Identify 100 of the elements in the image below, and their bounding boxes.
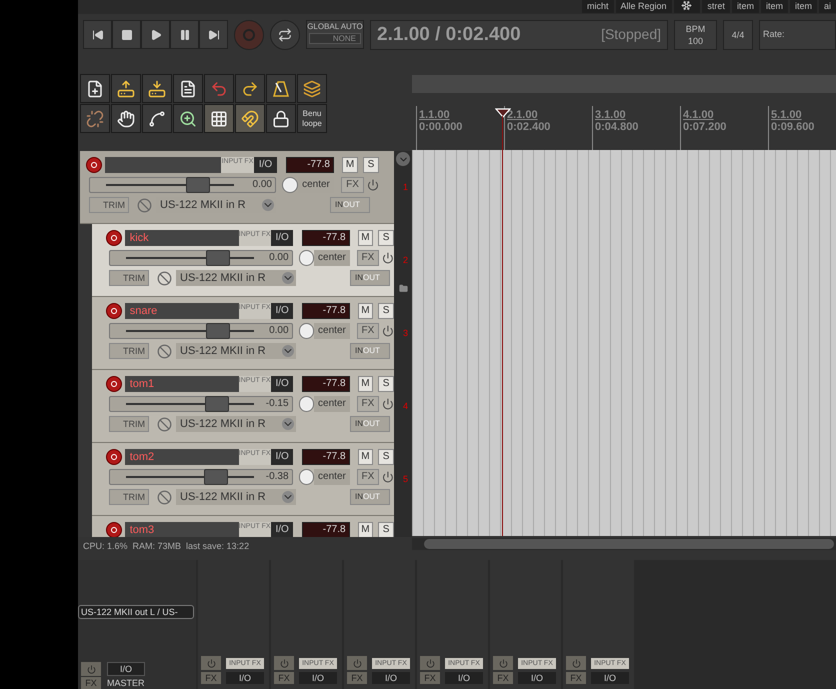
toolbar-tab[interactable]: item bbox=[760, 0, 788, 13]
monitor-button[interactable]: INOUT bbox=[350, 489, 390, 506]
volume-slider[interactable]: 0.00 bbox=[89, 177, 276, 194]
track-name-field[interactable]: tom3 bbox=[124, 522, 239, 538]
transport-button[interactable] bbox=[170, 20, 199, 50]
power-button[interactable] bbox=[81, 662, 101, 676]
input-dropdown[interactable]: US-122 MKII in R bbox=[176, 270, 296, 286]
track-name-field[interactable]: snare bbox=[124, 303, 239, 320]
monitor-button[interactable]: INOUT bbox=[350, 416, 390, 432]
toolbar-button[interactable] bbox=[235, 104, 265, 134]
power-icon[interactable] bbox=[382, 325, 394, 338]
mute-button[interactable]: M bbox=[342, 157, 358, 174]
toolbar-button[interactable] bbox=[235, 74, 265, 104]
track-name-field[interactable]: kick bbox=[124, 230, 239, 246]
toolbar-button[interactable] bbox=[297, 74, 327, 104]
pan-knob[interactable] bbox=[298, 323, 314, 340]
power-button[interactable] bbox=[493, 656, 513, 670]
toolbar-button[interactable] bbox=[111, 104, 141, 134]
io-button[interactable]: I/O bbox=[107, 662, 145, 676]
mute-button[interactable]: M bbox=[358, 449, 374, 466]
record-arm-button[interactable] bbox=[106, 376, 122, 392]
fx-button[interactable]: FX bbox=[274, 672, 294, 684]
phase-invert-icon[interactable] bbox=[157, 490, 172, 505]
slider-thumb[interactable] bbox=[205, 396, 230, 412]
power-icon[interactable] bbox=[382, 471, 394, 484]
io-button[interactable]: I/O bbox=[270, 230, 294, 246]
transport-button[interactable] bbox=[199, 20, 228, 50]
solo-button[interactable]: S bbox=[378, 522, 394, 538]
toolbar-button[interactable] bbox=[80, 74, 110, 104]
slider-thumb[interactable] bbox=[186, 177, 210, 194]
power-icon[interactable] bbox=[382, 252, 394, 264]
io-button[interactable]: I/O bbox=[226, 672, 264, 684]
collapse-button[interactable] bbox=[396, 152, 410, 166]
fx-button[interactable]: FX bbox=[566, 672, 586, 684]
power-button[interactable] bbox=[347, 656, 367, 670]
io-button[interactable]: I/O bbox=[270, 522, 294, 538]
pan-knob[interactable] bbox=[298, 396, 314, 412]
fx-button[interactable]: FX bbox=[341, 177, 364, 194]
fx-button[interactable]: FX bbox=[356, 396, 380, 412]
input-dropdown[interactable]: US-122 MKII in R bbox=[176, 489, 296, 506]
toolbar-tab[interactable]: Alle Region bbox=[616, 0, 672, 13]
fx-button[interactable]: FX bbox=[356, 469, 380, 486]
io-button[interactable]: I/O bbox=[518, 672, 556, 684]
trim-button[interactable]: TRIM bbox=[109, 416, 149, 432]
slider-thumb[interactable] bbox=[204, 469, 228, 486]
trim-button[interactable]: TRIM bbox=[109, 270, 149, 286]
power-icon[interactable] bbox=[367, 179, 379, 192]
io-button[interactable]: I/O bbox=[299, 672, 337, 684]
snowflake-tab[interactable] bbox=[674, 0, 700, 13]
pan-knob[interactable] bbox=[298, 250, 314, 266]
toolbar-button[interactable] bbox=[266, 104, 296, 134]
record-arm-button[interactable] bbox=[106, 449, 122, 466]
trim-button[interactable]: TRIM bbox=[109, 343, 149, 360]
input-dropdown[interactable]: US-122 MKII in R bbox=[176, 416, 296, 432]
power-icon[interactable] bbox=[382, 398, 394, 410]
repeat-button[interactable] bbox=[270, 20, 300, 50]
io-button[interactable]: I/O bbox=[270, 449, 294, 466]
transport-button[interactable] bbox=[141, 20, 170, 50]
monitor-button[interactable]: INOUT bbox=[350, 270, 390, 286]
fx-button[interactable]: FX bbox=[347, 672, 367, 684]
io-button[interactable]: I/O bbox=[372, 672, 410, 684]
toolbar-tab[interactable]: ai bbox=[818, 0, 836, 13]
record-arm-button[interactable] bbox=[106, 522, 122, 538]
phase-invert-icon[interactable] bbox=[157, 416, 172, 432]
toolbar-tab[interactable]: stret bbox=[702, 0, 730, 13]
toolbar-button[interactable] bbox=[142, 74, 172, 104]
transport-button[interactable] bbox=[83, 20, 112, 50]
fx-button[interactable]: FX bbox=[420, 672, 440, 684]
toolbar-button[interactable] bbox=[204, 104, 234, 134]
toolbar-button[interactable] bbox=[173, 74, 203, 104]
mute-button[interactable]: M bbox=[358, 230, 374, 246]
mute-button[interactable]: M bbox=[358, 303, 374, 320]
fx-button[interactable]: FX bbox=[356, 250, 380, 266]
volume-slider[interactable]: -0.38 bbox=[109, 469, 293, 486]
record-arm-button[interactable] bbox=[106, 230, 122, 246]
monitor-button[interactable]: INOUT bbox=[350, 343, 390, 360]
toolbar-button[interactable] bbox=[111, 74, 141, 104]
toolbar-button[interactable] bbox=[173, 104, 203, 134]
automation-mode-button[interactable]: NONE bbox=[309, 33, 361, 44]
track-name-field[interactable]: tom1 bbox=[124, 376, 239, 392]
monitor-button[interactable]: INOUT bbox=[330, 197, 370, 214]
toolbar-button[interactable] bbox=[142, 104, 172, 134]
solo-button[interactable]: S bbox=[363, 157, 379, 174]
text-toolbar-button[interactable]: Benu loope bbox=[297, 104, 327, 134]
volume-slider[interactable]: 0.00 bbox=[109, 250, 293, 266]
power-button[interactable] bbox=[420, 656, 440, 670]
volume-slider[interactable]: -0.15 bbox=[109, 396, 293, 412]
pan-knob[interactable] bbox=[298, 469, 314, 486]
solo-button[interactable]: S bbox=[378, 303, 394, 320]
toolbar-tab[interactable]: item bbox=[790, 0, 817, 13]
slider-thumb[interactable] bbox=[206, 323, 230, 340]
power-button[interactable] bbox=[274, 656, 294, 670]
toolbar-tab[interactable]: item bbox=[732, 0, 759, 13]
input-dropdown[interactable]: US-122 MKII in R bbox=[176, 343, 296, 360]
pan-knob[interactable] bbox=[282, 177, 298, 194]
toolbar-button[interactable] bbox=[266, 74, 296, 104]
io-button[interactable]: I/O bbox=[591, 672, 629, 684]
fx-button[interactable]: FX bbox=[356, 323, 380, 340]
time-signature[interactable]: 4/4 bbox=[723, 20, 753, 50]
solo-button[interactable]: S bbox=[378, 376, 394, 392]
